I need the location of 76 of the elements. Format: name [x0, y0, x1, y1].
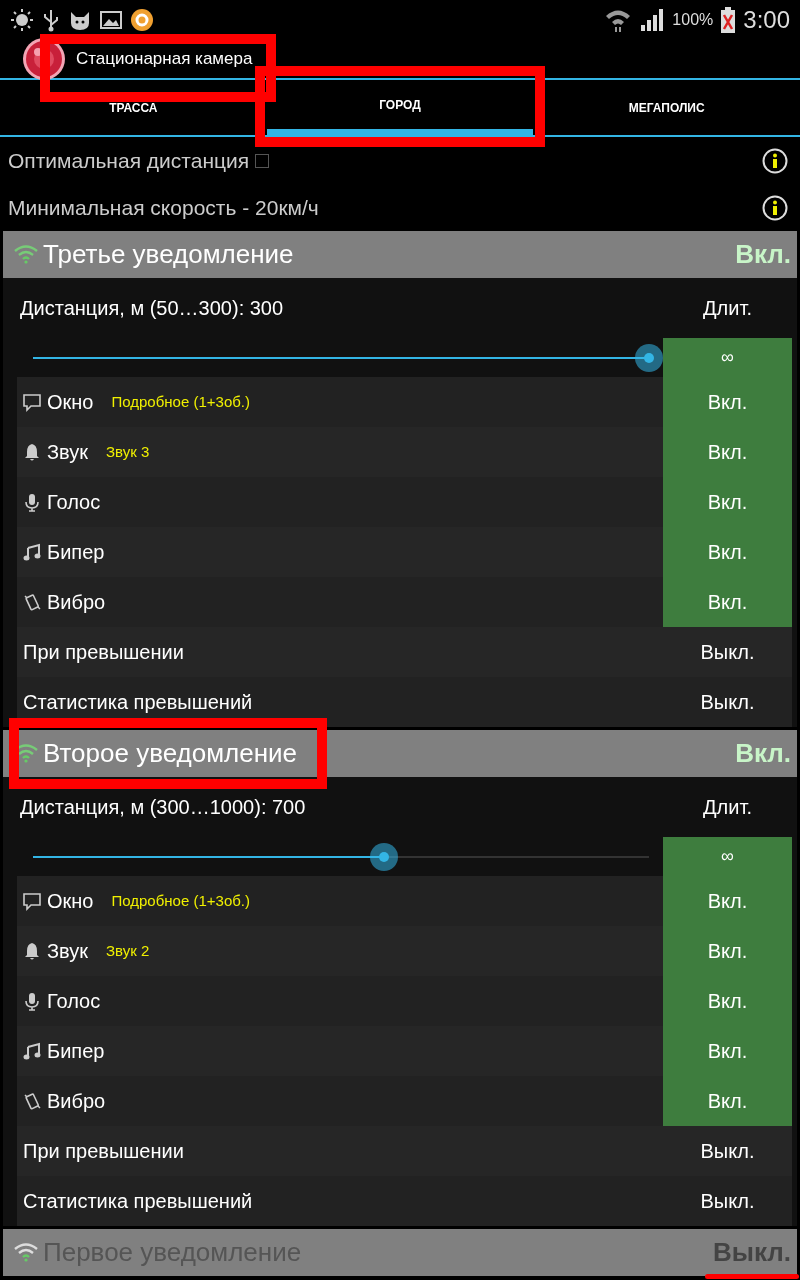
music-note-icon: [23, 1041, 41, 1061]
info-icon: [762, 194, 788, 221]
image-icon: [100, 10, 122, 30]
option-label: При превышении: [22, 1139, 184, 1164]
section-state: Вкл.: [735, 737, 791, 770]
option-label: Статистика превышений: [22, 690, 253, 715]
checkbox[interactable]: [255, 153, 270, 168]
brightness-icon: [10, 8, 34, 32]
option-detail: Звук 3: [106, 441, 150, 462]
option-detail: Подробное (1+3об.): [111, 391, 250, 412]
clock: 3:00: [743, 5, 790, 35]
usb-icon: [42, 8, 60, 32]
signal-icon: [640, 8, 665, 32]
cat-icon: [68, 9, 92, 31]
bell-icon: [23, 442, 41, 462]
option-label: Вибро: [46, 1089, 106, 1114]
option-label: Статистика превышений: [22, 1189, 253, 1214]
slider-thumb[interactable]: [370, 842, 399, 871]
slider-thumb[interactable]: [635, 343, 663, 372]
vibrating-phone-icon: [23, 592, 41, 612]
vibrating-phone-icon: [23, 1091, 41, 1111]
distance-label: Дистанция, м (50…300): 300: [20, 296, 285, 321]
app-icon: [130, 8, 154, 32]
toggle-button[interactable]: Вкл.: [663, 926, 792, 976]
chat-bubble-icon: [23, 392, 41, 412]
option-label: Звук: [46, 939, 88, 964]
battery-percent: 100%: [672, 10, 714, 30]
toggle-button[interactable]: Выкл.: [663, 1176, 792, 1226]
section-header[interactable]: Третье уведомление Вкл.: [3, 231, 797, 278]
section-state: Выкл.: [712, 1236, 791, 1269]
microphone-icon: [23, 991, 41, 1011]
toggle-button[interactable]: Вкл.: [663, 1076, 792, 1126]
section-header[interactable]: Второе уведомление Вкл.: [3, 730, 797, 777]
option-detail: Подробное (1+3об.): [111, 890, 250, 911]
toggle-button[interactable]: Вкл.: [663, 527, 792, 577]
section-title: Второе уведомление: [43, 737, 298, 770]
tab[interactable]: ТРАССА: [0, 80, 267, 135]
toggle-button[interactable]: Выкл.: [663, 627, 792, 677]
option-label: Звук: [46, 440, 88, 465]
camera-lens-icon: [22, 37, 66, 81]
toggle-button[interactable]: Вкл.: [663, 427, 792, 477]
tab[interactable]: ГОРОД: [266, 80, 534, 135]
option-detail: Звук 2: [106, 940, 150, 961]
toggle-button[interactable]: Вкл.: [663, 876, 792, 926]
tab[interactable]: МЕГАПОЛИС: [533, 80, 800, 135]
option-label: Бипер: [46, 540, 105, 565]
chat-bubble-icon: [23, 891, 41, 911]
info-icon: [762, 147, 788, 174]
option-label: При превышении: [22, 640, 184, 665]
option-label: Бипер: [46, 1039, 105, 1064]
app-title: Стационарная камера: [76, 48, 253, 71]
duration-button[interactable]: ∞: [663, 837, 792, 876]
toggle-button[interactable]: Выкл.: [663, 1126, 792, 1176]
bell-icon: [23, 941, 41, 961]
section-title: Третье уведомление: [43, 238, 294, 271]
distance-label: Дистанция, м (300…1000): 700: [20, 795, 307, 820]
duration-label: Длит.: [702, 795, 753, 820]
toggle-button[interactable]: Вкл.: [663, 976, 792, 1026]
option-label: Окно: [46, 889, 94, 914]
toggle-button[interactable]: Выкл.: [663, 677, 792, 727]
toggle-button[interactable]: Вкл.: [663, 377, 792, 427]
toggle-button[interactable]: Вкл.: [663, 577, 792, 627]
battery-icon: [721, 7, 736, 33]
duration-button[interactable]: ∞: [663, 338, 792, 377]
toggle-button[interactable]: Вкл.: [663, 477, 792, 527]
microphone-icon: [23, 492, 41, 512]
option-label: Голос: [46, 490, 101, 515]
setting-label: Оптимальная дистанция: [8, 147, 250, 174]
duration-label: Длит.: [702, 296, 753, 321]
toggle-button[interactable]: Вкл.: [663, 1026, 792, 1076]
music-note-icon: [23, 542, 41, 562]
option-label: Голос: [46, 989, 101, 1014]
option-label: Вибро: [46, 590, 106, 615]
option-label: Окно: [46, 390, 94, 415]
setting-label: Минимальная скорость - 20км/ч: [8, 194, 319, 221]
section-state: Вкл.: [735, 238, 791, 271]
